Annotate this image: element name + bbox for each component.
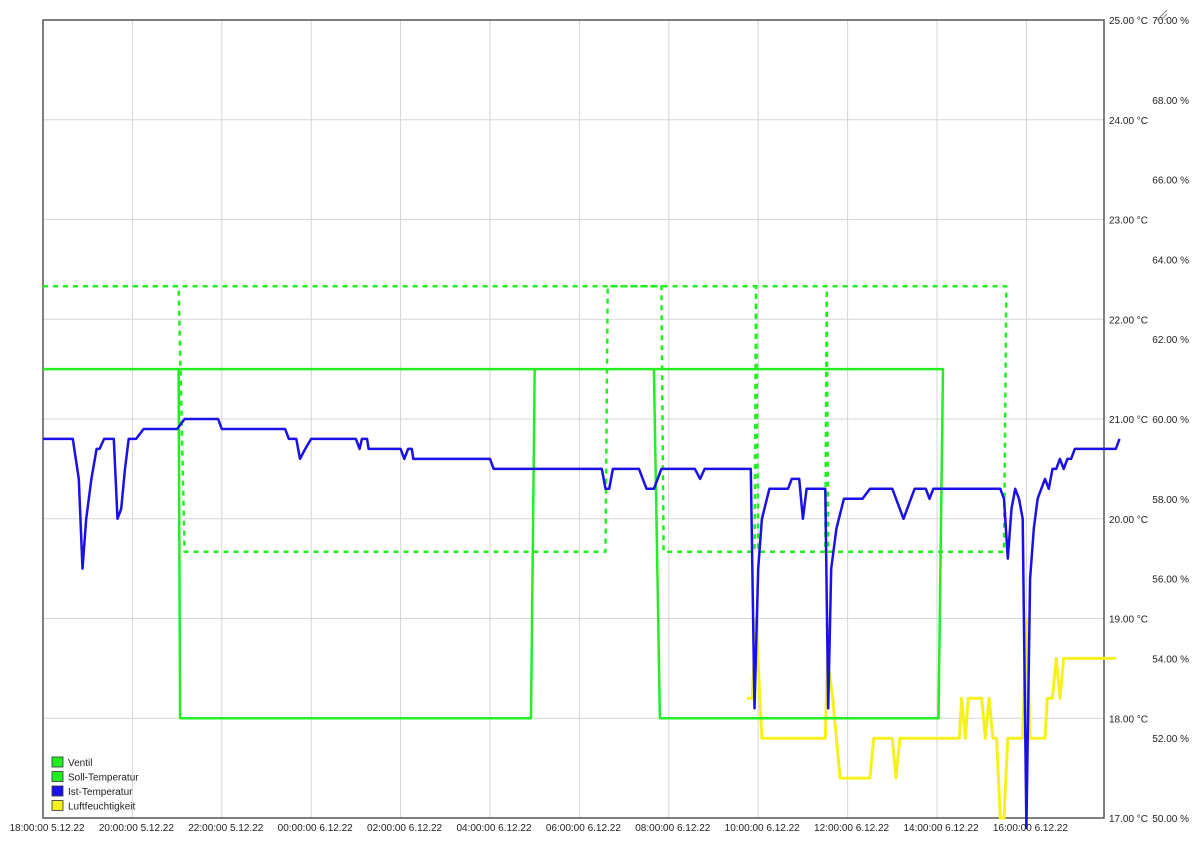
y-right-tick-label: 56.00 %: [1152, 575, 1189, 586]
x-tick-label: 04:00:00 6.12.22: [456, 823, 532, 834]
x-tick-label: 14:00:00 6.12.22: [903, 823, 979, 834]
x-tick-label: 12:00:00 6.12.22: [814, 823, 890, 834]
y-left-tick-label: 22.00 °C: [1109, 315, 1148, 326]
y-right-tick-label: 62.00 %: [1152, 335, 1189, 346]
y-left-tick-label: 21.00 °C: [1109, 415, 1148, 426]
legend-label: Luftfeuchtigkeit: [68, 802, 135, 813]
x-tick-label: 22:00:00 5.12.22: [188, 823, 264, 834]
x-axis-ticks: 18:00:00 5.12.22 20:00:00 5.12.22 22:00:00…: [9, 823, 1068, 834]
legend-swatch-ventil: [51, 756, 64, 768]
y-right-tick-label: 68.00 %: [1152, 96, 1189, 107]
x-tick-label: 18:00:00 5.12.22: [9, 823, 85, 834]
x-tick-label: 00:00:00 6.12.22: [278, 823, 354, 834]
y-right-tick-label: 58.00 %: [1152, 495, 1189, 506]
y-right-tick-label: 64.00 %: [1152, 255, 1189, 266]
y-left-tick-label: 20.00 °C: [1109, 515, 1148, 526]
y-left-tick-label: 19.00 °C: [1109, 615, 1148, 626]
y-left-tick-label: 24.00 °C: [1109, 116, 1148, 127]
legend-label: Ist-Temperatur: [68, 787, 133, 798]
chart: 18:00:00 5.12.22 20:00:00 5.12.22 22:00:00…: [9, 9, 1189, 834]
x-tick-label: 06:00:00 6.12.22: [546, 823, 622, 834]
x-tick-label: 20:00:00 5.12.22: [99, 823, 175, 834]
y-right-tick-label: 70.00 %: [1152, 16, 1189, 27]
x-tick-label: 16:00:00 6.12.22: [993, 823, 1069, 834]
x-tick-label: 02:00:00 6.12.22: [367, 823, 443, 834]
legend-swatch-ist-temperatur: [51, 785, 64, 797]
y-left-tick-label: 25.00 °C: [1109, 16, 1148, 27]
y-right-tick-label: 54.00 %: [1152, 654, 1189, 665]
y-right-tick-label: 52.00 %: [1152, 734, 1189, 745]
y-left-tick-label: 18.00 °C: [1109, 714, 1148, 725]
y-left-tick-label: 23.00 °C: [1109, 216, 1148, 227]
y-right-tick-label: 50.00 %: [1152, 814, 1189, 825]
y-right-tick-label: 60.00 %: [1152, 415, 1189, 426]
legend-label: Soll-Temperatur: [68, 773, 139, 784]
legend-swatch-soll-temperatur: [51, 771, 64, 782]
legend-swatch-luftfeuchtigkeit: [51, 800, 64, 811]
y-axis-left-ticks: 17.00 °C 18.00 °C 19.00 °C 20.00 °C 21.00 °C…: [1109, 16, 1148, 825]
y-right-tick-label: 66.00 %: [1152, 176, 1189, 187]
y-left-tick-label: 17.00 °C: [1109, 814, 1148, 825]
x-tick-label: 10:00:00 6.12.22: [725, 823, 801, 834]
y-axis-right-ticks: 50.00 % 52.00 % 54.00 % 56.00 % 58.00 % 60.00…: [1152, 16, 1189, 825]
legend-label: Ventil: [68, 758, 92, 769]
x-tick-label: 08:00:00 6.12.22: [635, 823, 711, 834]
